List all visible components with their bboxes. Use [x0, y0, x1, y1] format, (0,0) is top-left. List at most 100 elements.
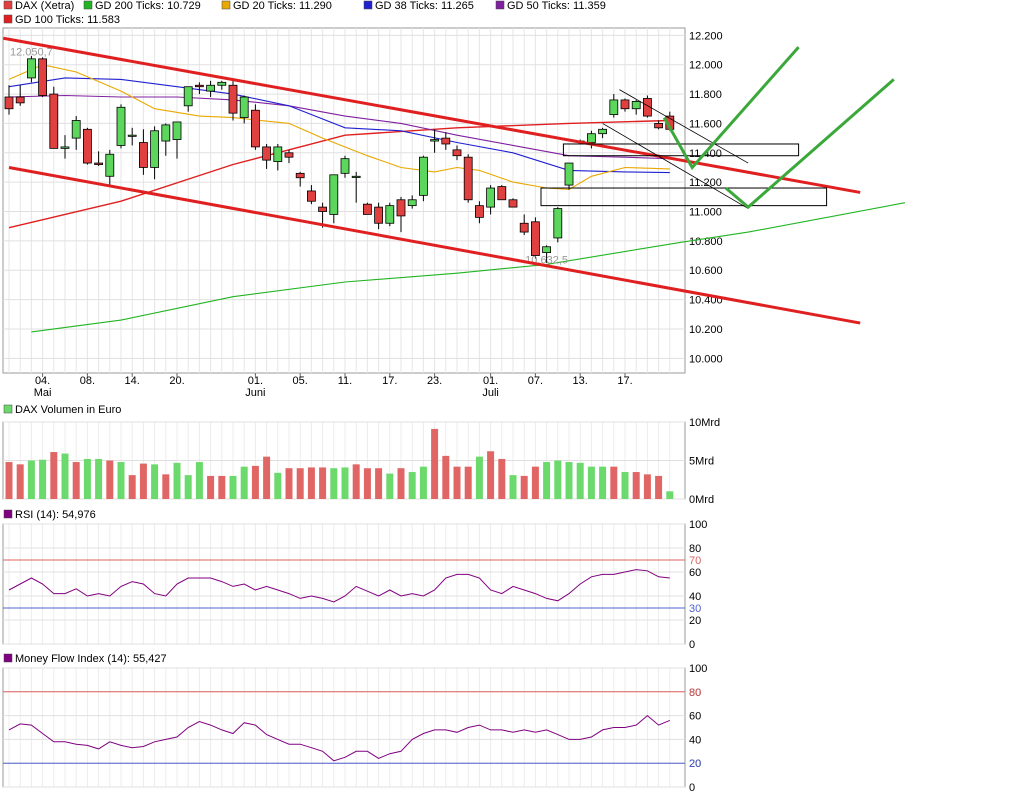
volume-bar — [151, 464, 159, 499]
legend-label: GD 100 Ticks: 11.583 — [15, 14, 120, 26]
price-panel: 10.00010.20010.40010.60010.80011.00011.2… — [2, 27, 906, 399]
price-panel-frame — [2, 27, 686, 374]
candle-body — [138, 142, 148, 168]
price-legend: DAX (Xetra) GD 200 Ticks: 10.729 GD 20 Tic… — [3, 0, 606, 26]
volume-bar — [16, 464, 24, 499]
candle-body — [262, 146, 272, 161]
candle-body — [418, 156, 428, 196]
price-x-tick-label: 01. — [483, 375, 498, 387]
volume-bar — [431, 428, 439, 499]
volume-bar — [587, 466, 595, 499]
volume-bar — [117, 462, 125, 499]
volume-legend-swatch — [3, 404, 13, 414]
volume-bar — [666, 491, 674, 499]
price-y-tick-label: 10.000 — [689, 353, 723, 365]
volume-bar — [554, 460, 562, 499]
volume-bar — [386, 473, 394, 499]
rsi-panel-frame — [2, 523, 686, 645]
candle-body — [239, 96, 249, 118]
candle-body — [83, 128, 92, 164]
volume-y-axis: 0Mrd 5Mrd 10Mrd — [689, 417, 720, 506]
volume-bar — [397, 468, 405, 499]
mfi-legend-swatch — [3, 653, 13, 663]
volume-bar — [162, 474, 170, 499]
volume-bar — [139, 463, 147, 499]
legend-label: GD 200 Ticks: 10.729 — [95, 0, 201, 12]
legend-label: GD 20 Ticks: 11.290 — [233, 0, 332, 12]
volume-bar — [95, 458, 103, 499]
price-x-tick-label: 17. — [617, 375, 632, 387]
volume-bar — [106, 460, 114, 499]
candle-body — [161, 124, 171, 142]
legend-swatch — [3, 14, 13, 24]
candle-body — [4, 96, 14, 110]
candle-body — [508, 199, 518, 208]
rsi-y-axis: 0 20 40 60 80 100 70 30 — [689, 519, 707, 651]
candle-body — [273, 146, 283, 162]
price-x-tick-label: 04. — [35, 375, 50, 387]
volume-bar — [5, 462, 13, 499]
legend-label: GD 38 Ticks: 11.265 — [375, 0, 474, 12]
candle-body — [654, 123, 663, 129]
candle-body — [385, 205, 395, 224]
candle-body — [228, 84, 238, 114]
mfi-legend-label: Money Flow Index (14): 55,427 — [15, 653, 167, 665]
candle-body — [497, 186, 507, 201]
candle-body — [318, 206, 328, 212]
candle-body — [306, 190, 316, 202]
candle-body — [519, 222, 529, 233]
mfi-reference-label: 20 — [689, 758, 701, 770]
candle-body — [60, 146, 70, 149]
volume-bar — [408, 472, 416, 499]
rsi-legend: RSI (14): 54,976 — [3, 509, 96, 521]
candle-body — [531, 221, 540, 256]
legend-swatch — [363, 0, 373, 10]
candle-body — [329, 174, 339, 215]
volume-bar — [531, 466, 539, 499]
volume-bar — [229, 475, 237, 499]
candle-body — [351, 175, 361, 178]
volume-bar — [39, 459, 47, 499]
volume-bar — [610, 466, 618, 499]
candle-body — [542, 246, 551, 254]
volume-bar — [655, 475, 663, 499]
candle-body — [49, 93, 59, 149]
candle-body — [587, 133, 596, 143]
legend-label: GD 50 Ticks: 11.359 — [507, 0, 606, 12]
candle-body — [474, 205, 484, 218]
volume-bar — [442, 455, 450, 499]
volume-bar — [296, 468, 304, 499]
volume-y-tick-label: 5Mrd — [689, 456, 714, 468]
candle-body — [71, 120, 81, 139]
candle-body — [452, 149, 462, 157]
mfi-legend: Money Flow Index (14): 55,427 — [3, 653, 167, 665]
mfi-y-axis: 0204060801008020 — [689, 663, 707, 794]
mfi-reference-label: 80 — [689, 687, 701, 699]
price-x-month-label: Mai — [34, 387, 52, 399]
volume-bar — [195, 462, 203, 499]
candle-body — [15, 96, 25, 104]
volume-bar — [341, 467, 349, 499]
candle-body — [374, 206, 384, 224]
price-x-tick-label: 23. — [427, 375, 442, 387]
price-x-tick-label: 17. — [382, 375, 397, 387]
rsi-y-tick-label: 20 — [689, 615, 701, 627]
candle-body — [598, 128, 607, 135]
volume-bar — [543, 462, 551, 499]
price-x-tick-label: 08. — [80, 375, 95, 387]
rsi-reference-label: 70 — [689, 555, 701, 567]
volume-bar — [565, 462, 573, 499]
price-y-axis: 10.00010.20010.40010.60010.80011.00011.2… — [689, 30, 723, 365]
candle-body — [26, 58, 36, 79]
candle-body — [284, 152, 294, 158]
price-x-tick-label: 14. — [125, 375, 140, 387]
price-x-month-label: Juli — [482, 387, 499, 399]
candle-body — [38, 58, 47, 96]
volume-bar — [184, 475, 192, 499]
rsi-legend-swatch — [3, 509, 13, 519]
volume-bar — [274, 472, 282, 499]
volume-bar — [50, 452, 58, 499]
volume-bar — [453, 466, 461, 499]
volume-bar — [218, 475, 226, 499]
volume-bar — [419, 466, 427, 499]
